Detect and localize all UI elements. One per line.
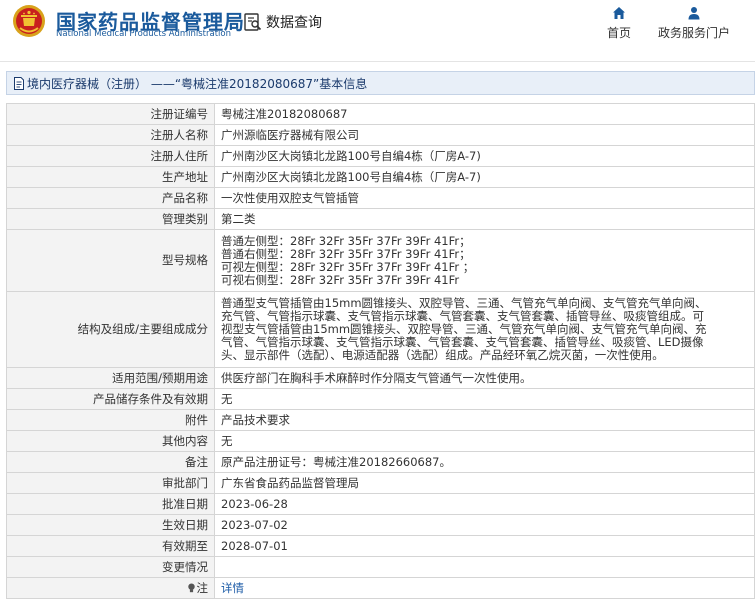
field-value: 原产品注册证号：粤械注准20182660687。 [214,451,755,473]
nav-portal-label: 政务服务门户 [657,26,730,40]
field-label: 审批部门 [6,472,215,494]
field-label: 注册人名称 [6,124,215,146]
lightbulb-icon [187,583,195,592]
data-query-icon [244,13,262,31]
field-label: 生产地址 [6,166,215,188]
field-value: 2028-07-01 [214,535,755,557]
field-value: 产品技术要求 [214,409,755,431]
row-registration-number: 注册证编号 粤械注准20182080687 [6,103,755,125]
detail-link[interactable]: 详情 [221,581,244,595]
field-value [214,556,755,578]
field-value: 无 [214,388,755,410]
row-change-status: 变更情况 [6,556,755,578]
row-approval-date: 批准日期 2023-06-28 [6,493,755,515]
field-value: 普通型支气管插管由15mm圆锥接头、双腔导管、三通、气管充气单向阀、支气管充气单… [214,291,755,368]
row-storage-validity: 产品储存条件及有效期 无 [6,388,755,410]
row-effective-date: 生效日期 2023-07-02 [6,514,755,536]
row-intended-use: 适用范围/预期用途 供医疗部门在胸科手术麻醉时作分隔支气管通气一次性使用。 [6,367,755,389]
field-value: 第二类 [214,208,755,230]
national-emblem-icon[interactable] [12,4,46,38]
field-label: 产品储存条件及有效期 [6,388,215,410]
row-structure-composition: 结构及组成/主要组成成分 普通型支气管插管由15mm圆锥接头、双腔导管、三通、气… [6,291,755,368]
field-value: 普通左侧型：28Fr 32Fr 35Fr 37Fr 39Fr 41Fr； 普通右… [214,229,755,292]
record-title-bar: 境内医疗器械（注册） ——“粤械注准20182080687”基本信息 [6,71,755,95]
site-header: 国家药品监督管理局 National Medical Products Admi… [0,0,755,62]
field-label: 型号规格 [6,229,215,292]
field-label-note: 注 [6,577,215,599]
note-label: 注 [196,580,209,595]
data-query-link[interactable]: 数据查询 [244,12,322,32]
field-label: 生效日期 [6,514,215,536]
record-title: 境内医疗器械（注册） ——“粤械注准20182080687”基本信息 [27,76,368,91]
field-value: 粤械注准20182080687 [214,103,755,125]
row-product-name: 产品名称 一次性使用双腔支气管插管 [6,187,755,209]
field-label: 变更情况 [6,556,215,578]
row-other-content: 其他内容 无 [6,430,755,452]
row-registrant-name: 注册人名称 广州源临医疗器械有限公司 [6,124,755,146]
site-subtitle: National Medical Products Administration [56,29,231,39]
field-label: 附件 [6,409,215,431]
home-icon [613,7,625,19]
registration-info-table: 注册证编号 粤械注准20182080687 注册人名称 广州源临医疗器械有限公司… [6,103,755,599]
field-value: 广州南沙区大岗镇北龙路100号自编4栋（厂房A-7) [214,145,755,167]
row-registrant-address: 注册人住所 广州南沙区大岗镇北龙路100号自编4栋（厂房A-7) [6,145,755,167]
field-label: 管理类别 [6,208,215,230]
field-value: 2023-07-02 [214,514,755,536]
row-attachment: 附件 产品技术要求 [6,409,755,431]
field-value: 广东省食品药品监督管理局 [214,472,755,494]
field-value: 供医疗部门在胸科手术麻醉时作分隔支气管通气一次性使用。 [214,367,755,389]
field-value: 无 [214,430,755,452]
field-value: 详情 [214,577,755,599]
user-icon [688,7,700,20]
row-production-address: 生产地址 广州南沙区大岗镇北龙路100号自编4栋（厂房A-7) [6,166,755,188]
field-label: 注册人住所 [6,145,215,167]
field-label: 产品名称 [6,187,215,209]
document-icon [14,76,24,90]
row-valid-until: 有效期至 2028-07-01 [6,535,755,557]
field-label: 结构及组成/主要组成成分 [6,291,215,368]
row-note: 注 详情 [6,577,755,599]
field-value: 2023-06-28 [214,493,755,515]
field-label: 其他内容 [6,430,215,452]
data-query-label: 数据查询 [266,15,322,31]
field-label: 有效期至 [6,535,215,557]
nav-home-label: 首页 [606,26,631,40]
field-label: 批准日期 [6,493,215,515]
nav-service-portal[interactable]: 政务服务门户 [654,6,734,41]
field-label: 适用范围/预期用途 [6,367,215,389]
row-approval-department: 审批部门 广东省食品药品监督管理局 [6,472,755,494]
row-management-category: 管理类别 第二类 [6,208,755,230]
field-label: 注册证编号 [6,103,215,125]
field-label: 备注 [6,451,215,473]
field-value: 广州南沙区大岗镇北龙路100号自编4栋（厂房A-7) [214,166,755,188]
field-value: 一次性使用双腔支气管插管 [214,187,755,209]
field-value: 广州源临医疗器械有限公司 [214,124,755,146]
row-remarks: 备注 原产品注册证号：粤械注准20182660687。 [6,451,755,473]
nav-home[interactable]: 首页 [603,6,635,41]
row-model-spec: 型号规格 普通左侧型：28Fr 32Fr 35Fr 37Fr 39Fr 41Fr… [6,229,755,292]
